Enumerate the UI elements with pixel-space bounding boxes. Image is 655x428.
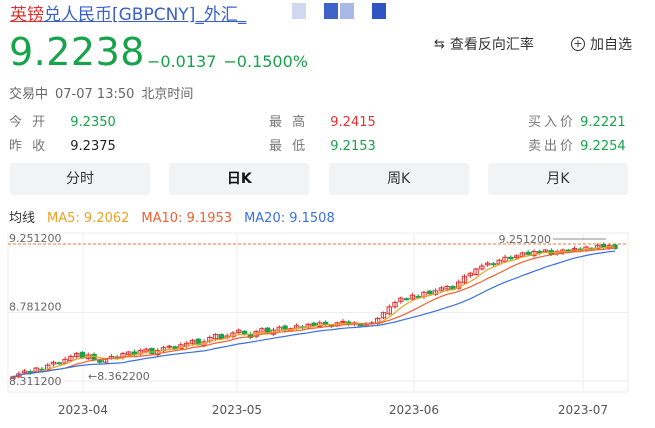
min-annotation: ←8.362200 bbox=[88, 370, 150, 383]
candle-body bbox=[508, 256, 514, 260]
candlestick-chart[interactable]: 9.251200 8.781200 8.311200 2023-04 2023-05 20… bbox=[0, 0, 655, 428]
candle-body bbox=[427, 290, 433, 295]
ma5-line bbox=[12, 246, 616, 378]
candle-body bbox=[490, 263, 497, 266]
candle-body bbox=[340, 320, 346, 323]
x-tick-label: 2023-07 bbox=[558, 403, 608, 417]
x-tick-label: 2023-06 bbox=[389, 403, 439, 417]
candle-body bbox=[322, 321, 329, 325]
chart-grid bbox=[7, 232, 629, 393]
candle-body bbox=[149, 348, 155, 354]
candle-body bbox=[79, 351, 86, 359]
candle-body bbox=[525, 251, 531, 255]
candle-body bbox=[600, 243, 607, 248]
candle-body bbox=[56, 362, 63, 365]
candle-body bbox=[218, 334, 225, 340]
ma-lines bbox=[12, 246, 616, 378]
candle-body bbox=[403, 298, 410, 301]
candle-body bbox=[97, 359, 103, 363]
candle-body bbox=[27, 371, 34, 374]
x-tick-label: 2023-05 bbox=[212, 403, 262, 417]
y-tick-label: 9.251200 bbox=[9, 232, 62, 245]
candle-body bbox=[166, 345, 172, 348]
max-annotation: 9.251200 bbox=[499, 233, 552, 246]
candle-body bbox=[415, 295, 421, 298]
candle-body bbox=[311, 322, 317, 327]
y-tick-label: 8.781200 bbox=[9, 301, 62, 314]
x-tick-label: 2023-04 bbox=[58, 403, 108, 417]
y-tick-label: 8.311200 bbox=[9, 375, 62, 388]
